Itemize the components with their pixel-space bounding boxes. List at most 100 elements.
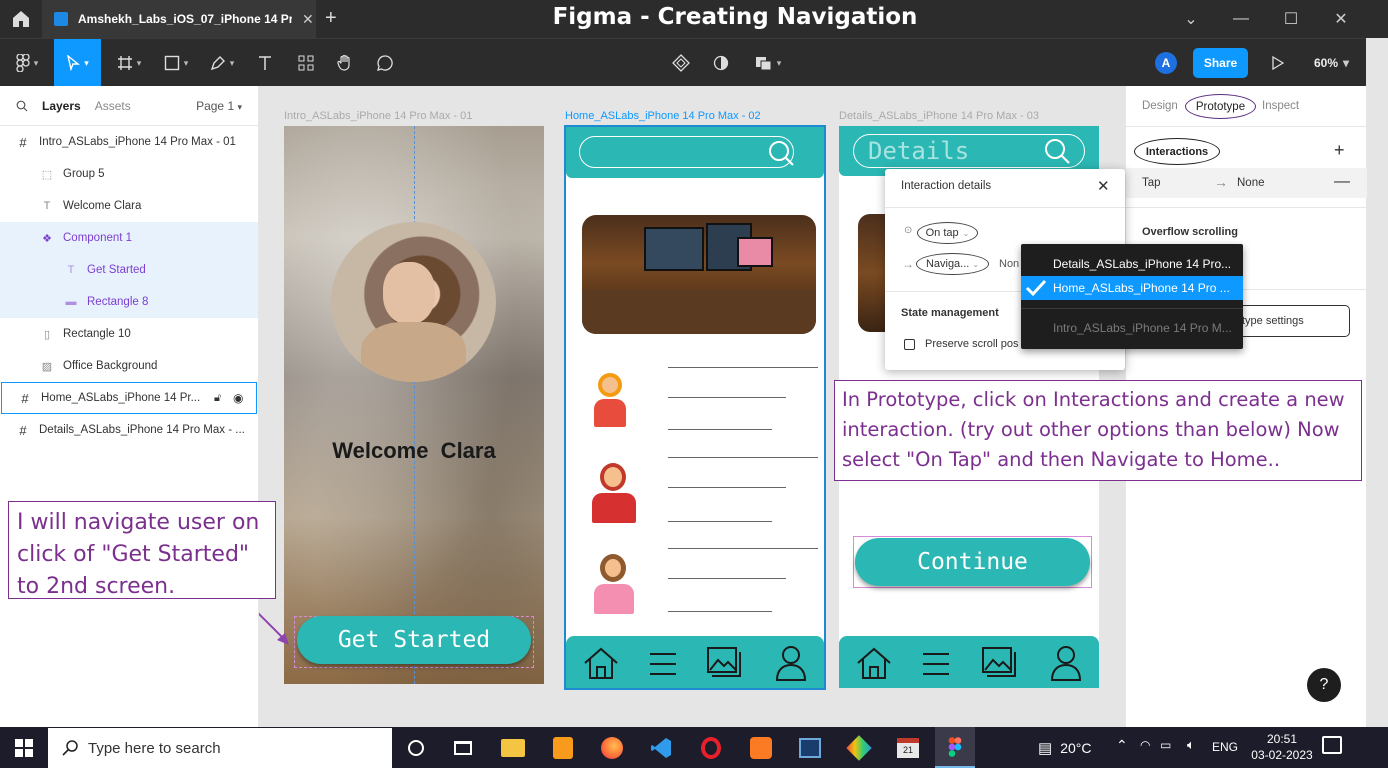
interaction-row[interactable]: Tap → None —: [1126, 168, 1367, 198]
calendar-app-icon[interactable]: 21: [888, 727, 928, 768]
interactions-heading[interactable]: Interactions: [1134, 138, 1220, 165]
frame-label-home[interactable]: Home_ASLabs_iPhone 14 Pro Max - 02: [565, 110, 761, 122]
boolean-button[interactable]: ▾: [750, 39, 786, 87]
menu-icon[interactable]: [648, 651, 678, 677]
vscode-icon[interactable]: [641, 727, 681, 768]
cortana-icon[interactable]: [396, 727, 436, 768]
start-button[interactable]: [4, 727, 44, 768]
file-explorer-icon[interactable]: [493, 727, 533, 768]
frame-tool-button[interactable]: ▾: [110, 39, 148, 87]
text-tool-button[interactable]: [252, 39, 278, 87]
new-tab-button[interactable]: +: [325, 7, 337, 30]
weather-widget[interactable]: ▤ 20°C: [1038, 727, 1091, 768]
home-frame[interactable]: [564, 125, 826, 690]
lock-icon[interactable]: 🔓︎: [214, 392, 221, 405]
home-search-input[interactable]: [579, 136, 794, 168]
layer-item-get-started[interactable]: T Get Started: [0, 254, 258, 286]
action-dropdown[interactable]: Naviga... ⌄: [916, 253, 989, 275]
maximize-button[interactable]: ☐: [1266, 0, 1316, 38]
preserve-scroll-checkbox[interactable]: [904, 339, 915, 350]
git-icon[interactable]: [839, 727, 879, 768]
pen-tool-button[interactable]: ▾: [204, 39, 240, 87]
tab-design[interactable]: Design: [1142, 100, 1178, 112]
help-button[interactable]: ?: [1307, 668, 1341, 702]
resources-button[interactable]: [293, 39, 319, 87]
continue-button[interactable]: Continue: [855, 538, 1090, 586]
battery-icon[interactable]: ▭: [1160, 738, 1171, 752]
home-icon[interactable]: [10, 9, 32, 29]
layer-item-intro-frame[interactable]: # Intro_ASLabs_iPhone 14 Pro Max - 01: [0, 126, 258, 158]
intro-frame[interactable]: Welcome Clara Get Started: [284, 126, 544, 684]
layer-item-group-5[interactable]: ⬚ Group 5: [0, 158, 258, 190]
xampp-icon[interactable]: [741, 727, 781, 768]
profile-icon[interactable]: [1049, 644, 1083, 682]
layer-item-rectangle-8[interactable]: ▬ Rectangle 8: [0, 286, 258, 318]
comment-tool-button[interactable]: [372, 39, 398, 87]
destination-option-home[interactable]: Home_ASLabs_iPhone 14 Pro ...: [1021, 276, 1243, 300]
home-icon[interactable]: [582, 644, 620, 682]
notification-icon[interactable]: [1322, 736, 1342, 754]
popup-close-icon[interactable]: ✕: [1097, 177, 1110, 195]
tab-prototype[interactable]: Prototype: [1185, 94, 1256, 119]
get-started-button[interactable]: Get Started: [297, 616, 531, 664]
remove-interaction-icon[interactable]: —: [1334, 173, 1350, 191]
tab-layers[interactable]: Layers: [42, 99, 81, 113]
zoom-dropdown[interactable]: 60% ▾: [1314, 39, 1349, 87]
page-selector[interactable]: Page 1 ▾: [196, 99, 242, 113]
close-window-button[interactable]: ✕: [1316, 0, 1366, 38]
menu-icon[interactable]: [921, 651, 951, 677]
move-tool-button[interactable]: ▾: [54, 39, 101, 87]
layer-item-welcome-clara[interactable]: T Welcome Clara: [0, 190, 258, 222]
netbeans-icon[interactable]: [790, 727, 830, 768]
share-button[interactable]: Share: [1193, 48, 1248, 78]
gallery-icon[interactable]: [981, 646, 1019, 682]
clock[interactable]: 20:51 03-02-2023: [1250, 731, 1314, 763]
hand-tool-button[interactable]: [332, 39, 358, 87]
contrast-button[interactable]: [710, 39, 732, 87]
language-indicator[interactable]: ENG: [1212, 740, 1238, 754]
opera-icon[interactable]: [691, 727, 731, 768]
tab-inspect[interactable]: Inspect: [1262, 100, 1299, 112]
component-button[interactable]: [670, 39, 692, 87]
network-icon[interactable]: ◠: [1140, 738, 1150, 752]
list-item[interactable]: [586, 548, 822, 618]
main-menu-button[interactable]: ▾: [10, 39, 44, 87]
frame-label-details[interactable]: Details_ASLabs_iPhone 14 Pro Max - 03: [839, 110, 1039, 122]
task-view-icon[interactable]: [443, 727, 483, 768]
present-button[interactable]: [1266, 39, 1290, 87]
chevron-up-icon[interactable]: ⌃: [1116, 737, 1128, 754]
avatar[interactable]: A: [1155, 52, 1177, 74]
layer-item-rectangle-10[interactable]: ▯ Rectangle 10: [0, 318, 258, 350]
frame-label-intro[interactable]: Intro_ASLabs_iPhone 14 Pro Max - 01: [284, 110, 472, 122]
close-tab-icon[interactable]: ✕: [302, 11, 314, 28]
trigger-dropdown[interactable]: On tap ⌄: [917, 222, 978, 244]
taskbar-search[interactable]: Type here to search: [48, 728, 392, 768]
chevron-down-icon[interactable]: ⌄: [1166, 0, 1216, 38]
firefox-icon[interactable]: [592, 727, 632, 768]
gallery-icon[interactable]: [706, 646, 744, 682]
destination-menu[interactable]: Details_ASLabs_iPhone 14 Pro... Home_ASL…: [1021, 244, 1243, 349]
layer-item-details-frame[interactable]: # Details_ASLabs_iPhone 14 Pro Max - ...: [0, 414, 258, 446]
figma-taskbar-icon[interactable]: [935, 727, 975, 768]
list-item[interactable]: [586, 367, 822, 437]
list-item[interactable]: [586, 457, 822, 527]
layer-item-home-frame[interactable]: # Home_ASLabs_iPhone 14 Pr... 🔓︎ ◉: [1, 382, 257, 414]
eye-icon[interactable]: ◉: [233, 391, 243, 405]
search-icon[interactable]: [16, 100, 28, 112]
layer-item-office-background[interactable]: ▨ Office Background: [0, 350, 258, 382]
search-icon[interactable]: [766, 138, 796, 168]
search-icon[interactable]: [1042, 136, 1072, 166]
destination-option-intro[interactable]: Intro_ASLabs_iPhone 14 Pro M...: [1021, 316, 1243, 340]
volume-icon[interactable]: 🔈︎: [1187, 737, 1195, 753]
profile-icon[interactable]: [774, 644, 808, 682]
layer-item-component-1[interactable]: ❖ Component 1: [0, 222, 258, 254]
tab-assets[interactable]: Assets: [95, 99, 131, 113]
add-interaction-icon[interactable]: +: [1334, 140, 1345, 161]
home-icon[interactable]: [855, 644, 893, 682]
document-tab[interactable]: Amshekh_Labs_iOS_07_iPhone 14 Pro Max ✕: [42, 0, 316, 38]
prototype-settings-button[interactable]: type settings: [1226, 305, 1350, 337]
minimize-button[interactable]: —: [1216, 0, 1266, 38]
destination-option-details[interactable]: Details_ASLabs_iPhone 14 Pro...: [1021, 252, 1243, 276]
shape-tool-button[interactable]: ▾: [158, 39, 194, 87]
sublime-icon[interactable]: [543, 727, 583, 768]
